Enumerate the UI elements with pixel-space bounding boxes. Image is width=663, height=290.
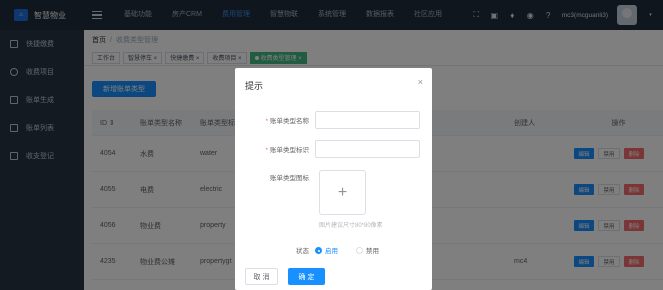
required-mark: * (265, 118, 268, 125)
add-bill-type-dialog: 提示 × * 账单类型名称 * 账单类型标识 账单类型图标 + 图片建议尺寸80*8… (235, 68, 432, 290)
required-mark: * (265, 147, 268, 154)
bill-type-name-input[interactable] (315, 111, 420, 129)
upload-hint: 图片建议尺寸80*80像素 (319, 223, 383, 229)
plus-icon: + (337, 183, 348, 201)
radio-checked-icon (315, 246, 322, 254)
bill-type-code-input[interactable] (315, 140, 420, 158)
dialog-title: 提示 (245, 81, 264, 91)
cancel-button[interactable]: 取 消 (245, 268, 278, 285)
field-label: * 账单类型名称 (265, 118, 309, 125)
close-icon[interactable]: × (418, 77, 423, 87)
confirm-button[interactable]: 确 定 (288, 268, 325, 285)
radio-unchecked-icon (356, 246, 363, 254)
image-upload[interactable]: + (319, 170, 366, 215)
status-enabled-radio[interactable]: 启用 (315, 245, 338, 255)
form-row-status: 状态 启用 禁用 (235, 244, 432, 256)
field-label: 账单类型图标 (270, 175, 309, 182)
field-label: * 账单类型标识 (265, 147, 309, 154)
form-row-code: * 账单类型标识 (235, 140, 432, 158)
status-disabled-radio[interactable]: 禁用 (356, 245, 379, 255)
field-label: 状态 (296, 248, 309, 255)
form-row-name: * 账单类型名称 (235, 111, 432, 129)
